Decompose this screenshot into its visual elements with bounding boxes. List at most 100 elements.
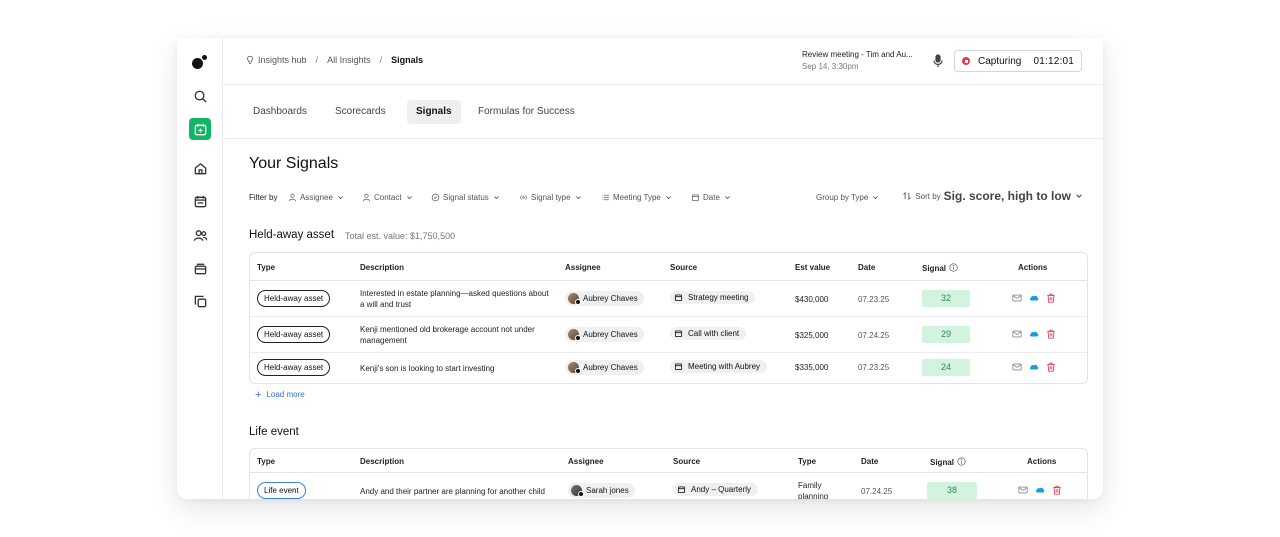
type-tag: Held-away asset: [257, 326, 331, 343]
signal-score: 38: [927, 482, 977, 499]
calendar-icon[interactable]: [189, 190, 211, 212]
source-chip[interactable]: Call with client: [670, 327, 747, 340]
filter-date-label: Date: [703, 193, 720, 202]
info-icon[interactable]: [957, 457, 966, 466]
capture-status-button[interactable]: Capturing 01:12:01: [954, 50, 1082, 72]
insights-icon[interactable]: [189, 118, 211, 140]
assignee-chip[interactable]: Aubrey Chaves: [565, 360, 644, 375]
row-actions: [1018, 485, 1062, 495]
calendar-icon: [674, 363, 683, 371]
delete-icon[interactable]: [1046, 293, 1056, 303]
source-name: Meeting with Aubrey: [688, 362, 761, 371]
column-header-description: Description: [360, 457, 405, 466]
person-icon: [289, 193, 296, 202]
row-date: 07.24.25: [858, 331, 890, 340]
assignee-chip[interactable]: Sarah jones: [568, 483, 635, 498]
load-more-label: Load more: [266, 390, 305, 399]
row-subtype: Family planning: [798, 481, 829, 499]
sort-by-dropdown[interactable]: Sort by Sig. score, high to low: [902, 189, 1083, 203]
filter-signal-type[interactable]: Signal type: [519, 193, 582, 202]
type-tag: Held-away asset: [257, 290, 331, 307]
meeting-title: Review meeting - Tim and Au...: [802, 50, 913, 59]
filter-assignee[interactable]: Assignee: [288, 193, 344, 202]
table-row[interactable]: Life event Andy and their partner are pl…: [250, 473, 1087, 499]
assignee-chip[interactable]: Aubrey Chaves: [565, 291, 644, 306]
inbox-icon[interactable]: [189, 257, 211, 279]
tab-bar: Dashboards Scorecards Signals Formulas f…: [223, 85, 1103, 139]
held-away-asset-table: Type Description Assignee Source Est val…: [249, 252, 1088, 384]
tab-signals[interactable]: Signals: [407, 100, 461, 124]
avatar: [568, 329, 581, 341]
home-icon[interactable]: [189, 157, 211, 179]
tab-formulas-for-success[interactable]: Formulas for Success: [469, 100, 584, 124]
group-by-dropdown[interactable]: Group by Type: [816, 193, 879, 202]
group-by-label: Group by Type: [816, 193, 869, 202]
chevron-down-icon: [493, 196, 499, 200]
table-row[interactable]: Held-away asset Kenji mentioned old brok…: [250, 317, 1087, 353]
email-icon[interactable]: [1012, 293, 1022, 303]
salesforce-icon[interactable]: [1029, 329, 1039, 339]
row-description: Kenji's son is looking to start investin…: [360, 364, 495, 373]
tab-dashboards[interactable]: Dashboards: [244, 100, 316, 124]
assignee-name: Aubrey Chaves: [583, 330, 638, 339]
microphone-icon[interactable]: [933, 54, 943, 68]
source-name: Strategy meeting: [688, 293, 749, 302]
salesforce-icon[interactable]: [1029, 293, 1039, 303]
load-more-link[interactable]: + Load more: [255, 389, 305, 400]
delete-icon[interactable]: [1052, 485, 1062, 495]
chevron-down-icon: [1076, 194, 1082, 198]
assignee-name: Sarah jones: [586, 486, 629, 495]
column-header-actions: Actions: [1027, 457, 1057, 466]
contacts-icon[interactable]: [189, 224, 211, 246]
table-row[interactable]: Held-away asset Interested in estate pla…: [250, 281, 1087, 317]
sort-by-label: Sort by: [915, 191, 941, 201]
email-icon[interactable]: [1012, 362, 1022, 372]
column-header-assignee: Assignee: [568, 457, 604, 466]
email-icon[interactable]: [1012, 329, 1022, 339]
filter-meeting-type[interactable]: Meeting Type: [601, 193, 672, 202]
app-logo[interactable]: [192, 55, 208, 71]
chevron-down-icon: [337, 196, 343, 200]
copy-icon[interactable]: [189, 290, 211, 312]
column-header-signal: Signal: [930, 457, 966, 467]
filter-date[interactable]: Date: [691, 193, 731, 202]
breadcrumb-insights-hub[interactable]: Insights hub: [258, 55, 307, 65]
column-header-est-value: Est value: [795, 263, 831, 272]
delete-icon[interactable]: [1046, 362, 1056, 372]
table-row[interactable]: Held-away asset Kenji's son is looking t…: [250, 353, 1087, 383]
person-icon: [363, 193, 370, 202]
filter-signal-status[interactable]: Signal status: [431, 193, 500, 202]
column-header-date: Date: [858, 263, 876, 272]
breadcrumb-all-insights[interactable]: All Insights: [327, 55, 371, 65]
calendar-icon: [674, 330, 683, 338]
column-header-actions: Actions: [1018, 263, 1048, 272]
pause-icon[interactable]: [962, 57, 970, 65]
chevron-down-icon: [575, 196, 581, 200]
assignee-name: Aubrey Chaves: [583, 363, 638, 372]
meeting-time: Sep 14, 3:30pm: [802, 62, 859, 71]
avatar: [568, 362, 581, 374]
tab-scorecards[interactable]: Scorecards: [326, 100, 395, 124]
source-chip[interactable]: Strategy meeting: [670, 291, 756, 304]
signal-score: 29: [922, 326, 970, 343]
source-chip[interactable]: Meeting with Aubrey: [670, 360, 768, 373]
assignee-chip[interactable]: Aubrey Chaves: [565, 327, 644, 342]
delete-icon[interactable]: [1046, 329, 1056, 339]
filter-bar: Filter by Assignee Contact Signal status…: [249, 189, 1083, 204]
capture-timer: 01:12:01: [1033, 55, 1074, 67]
info-icon[interactable]: [949, 263, 958, 272]
salesforce-icon[interactable]: [1035, 485, 1045, 495]
source-chip[interactable]: Andy – Quarterly: [673, 483, 759, 496]
column-header-signal-label: Signal: [930, 458, 955, 467]
search-icon[interactable]: [189, 85, 211, 107]
calendar-icon: [677, 486, 686, 494]
life-event-table: Type Description Assignee Source Type Da…: [249, 448, 1088, 499]
email-icon[interactable]: [1018, 485, 1028, 495]
salesforce-icon[interactable]: [1029, 362, 1039, 372]
sort-icon: [903, 191, 912, 201]
filter-contact[interactable]: Contact: [362, 193, 413, 202]
breadcrumb: Insights hub / All Insights / Signals: [245, 55, 423, 65]
column-header-source: Source: [670, 263, 698, 272]
current-meeting[interactable]: Review meeting - Tim and Au... Sep 14, 3…: [802, 50, 922, 71]
signal-score: 32: [922, 290, 970, 307]
